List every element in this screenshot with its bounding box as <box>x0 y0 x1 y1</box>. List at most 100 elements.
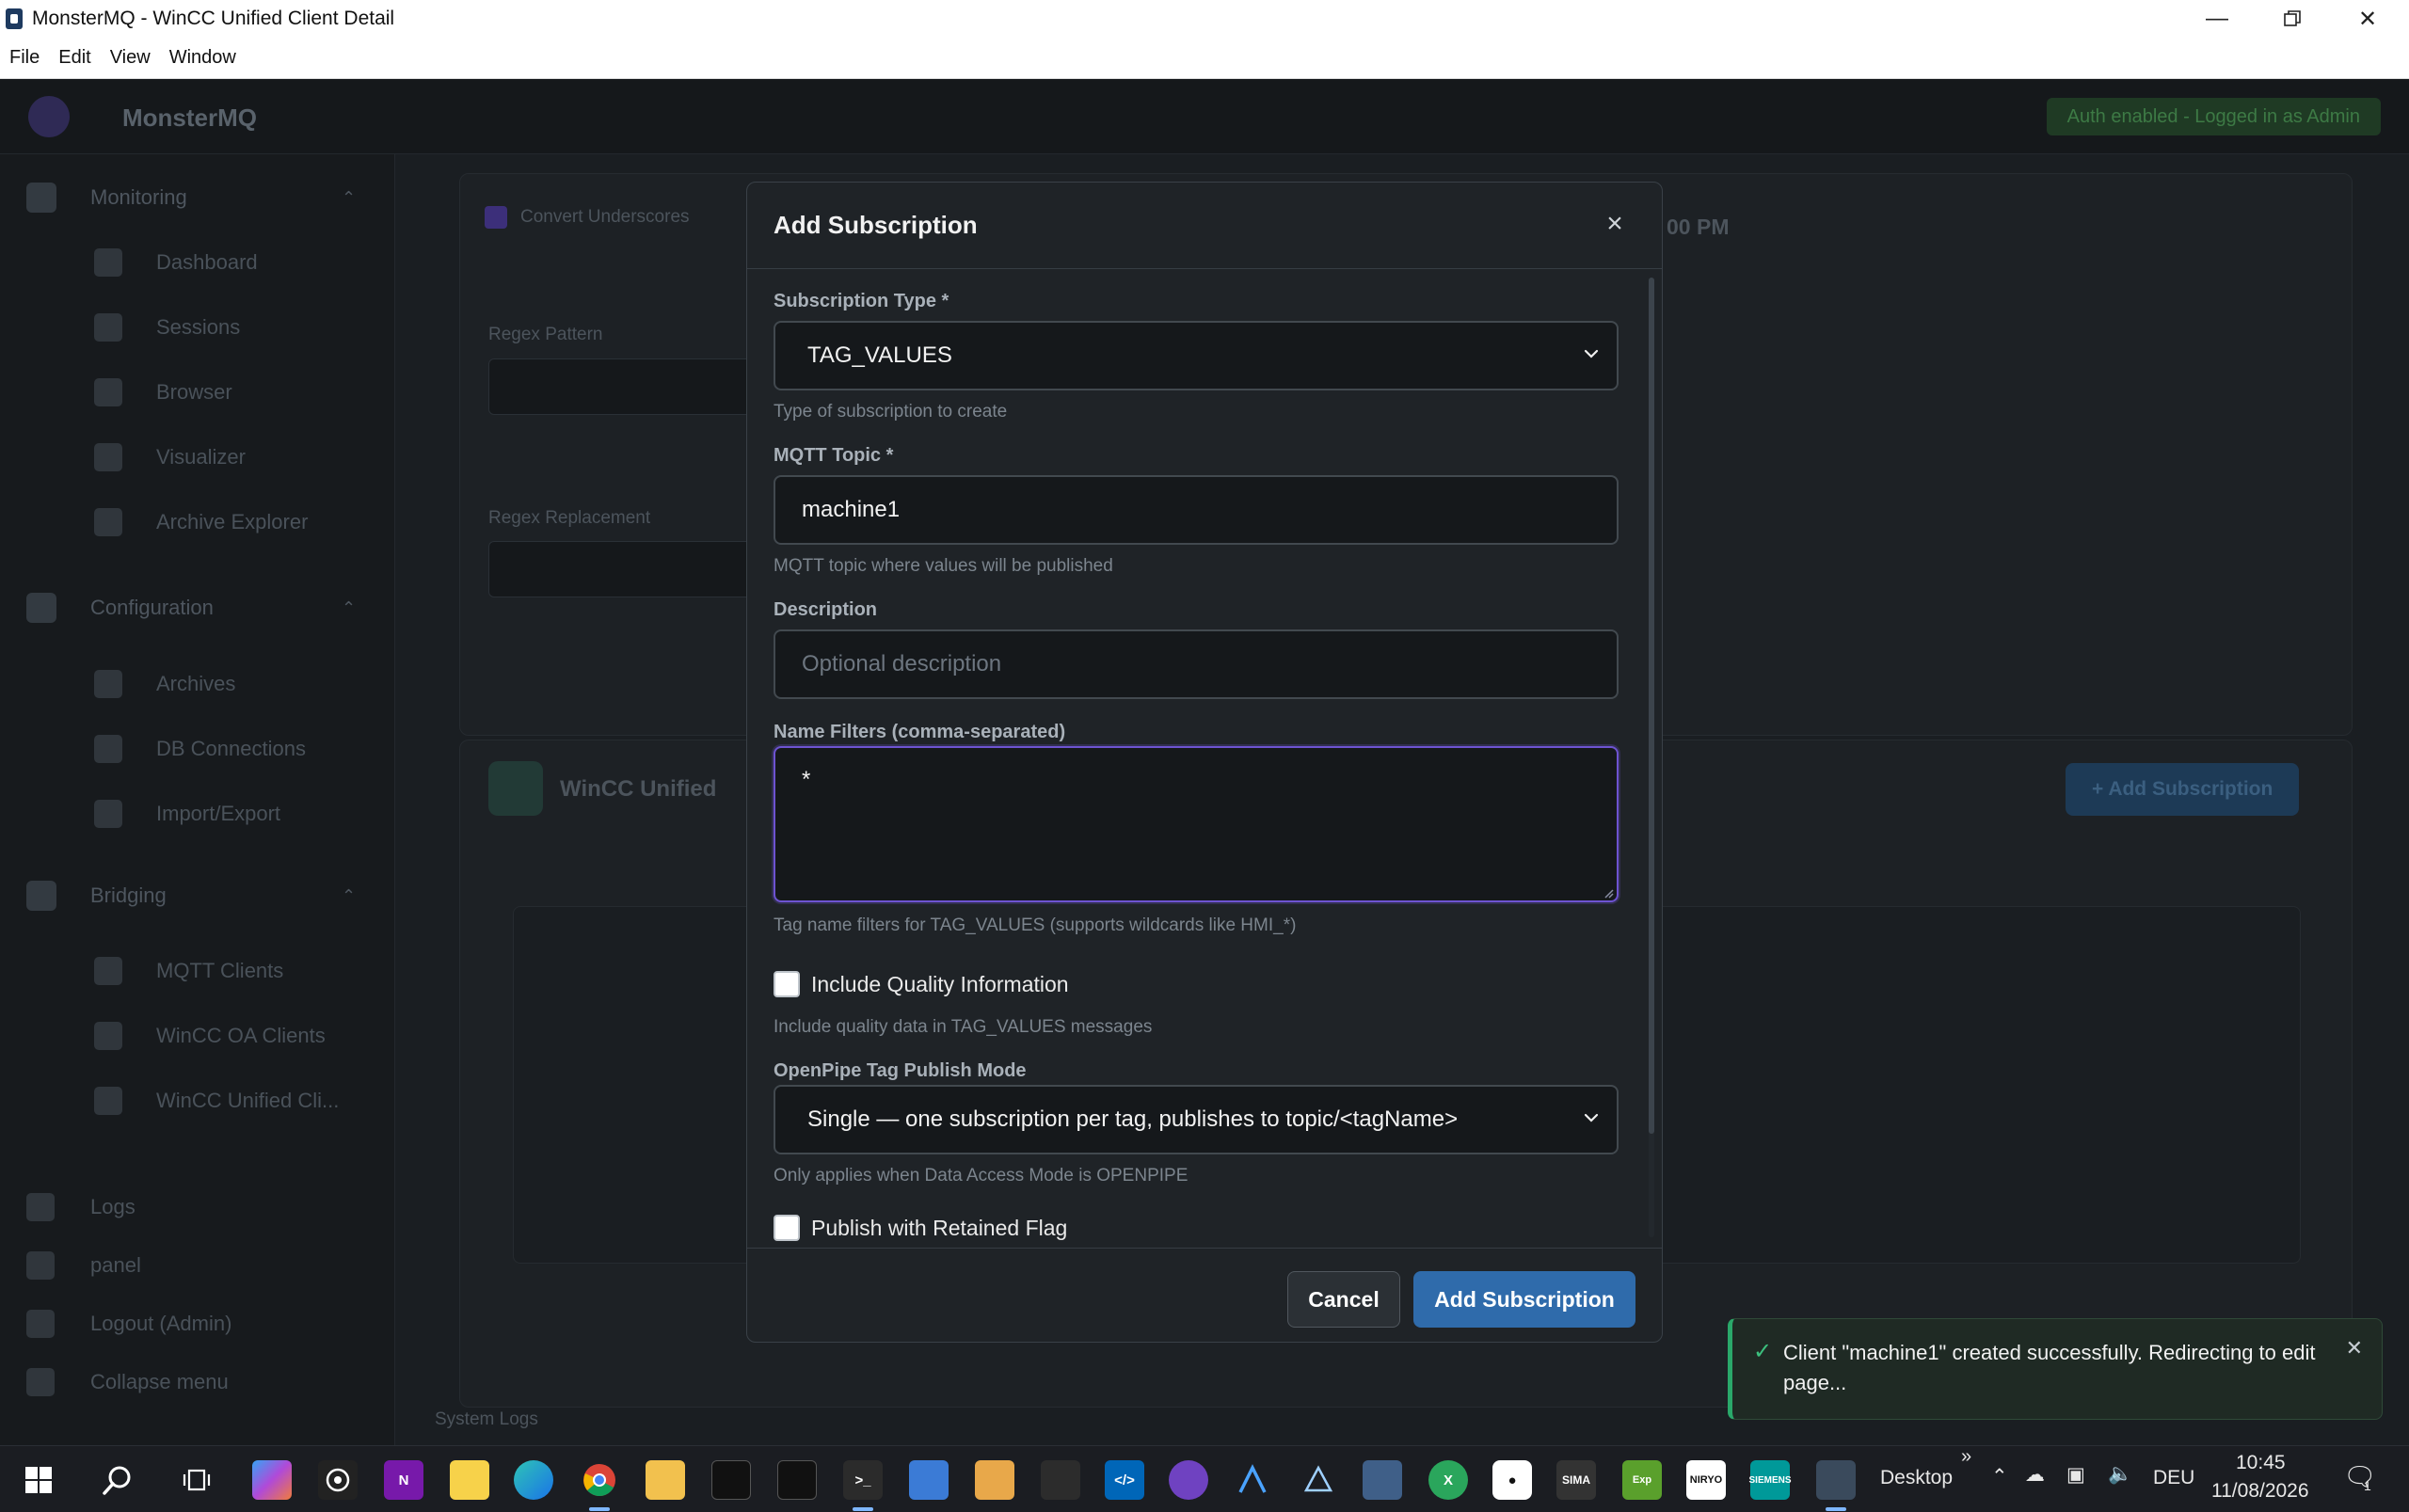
checkbox-unchecked[interactable] <box>774 1215 800 1241</box>
name-filters-label: Name Filters (comma-separated) <box>774 722 1066 742</box>
sidebar-item-mqtt-clients[interactable]: MQTT Clients <box>94 957 283 985</box>
add-subscription-background-button[interactable]: + Add Subscription <box>2066 763 2300 816</box>
store-icon[interactable] <box>1041 1460 1080 1500</box>
menu-edit[interactable]: Edit <box>58 47 90 69</box>
clock-date[interactable]: 11/08/2026 <box>2211 1480 2309 1503</box>
convert-underscores-option[interactable]: Convert Underscores <box>485 206 690 229</box>
sidebar-item-archive-explorer[interactable]: Archive Explorer <box>94 508 308 536</box>
arc-icon[interactable] <box>1233 1460 1272 1500</box>
client-card-title: WinCC Unified <box>560 776 717 802</box>
niryo-icon[interactable]: NIRYO <box>1686 1460 1726 1500</box>
add-subscription-button[interactable]: Add Subscription <box>1413 1271 1635 1328</box>
task-view-icon[interactable] <box>177 1460 216 1500</box>
onenote-icon[interactable]: N <box>384 1460 423 1500</box>
command-prompt-icon[interactable]: >_ <box>843 1460 883 1511</box>
volume-icon[interactable]: 🔈 <box>2108 1463 2132 1486</box>
collapse-icon <box>26 1368 55 1396</box>
menu-window[interactable]: Window <box>169 47 236 69</box>
paw-icon[interactable]: ● <box>1492 1460 1532 1500</box>
mqtt-topic-help: MQTT topic where values will be publishe… <box>774 556 1113 576</box>
regex-replacement-input[interactable] <box>488 541 752 597</box>
terminal-icon[interactable] <box>711 1460 751 1500</box>
regex-pattern-label: Regex Pattern <box>488 325 603 344</box>
sidebar-item-import-export[interactable]: Import/Export <box>94 800 280 828</box>
menu-view[interactable]: View <box>110 47 151 69</box>
expert-icon[interactable]: Exp <box>1622 1460 1662 1500</box>
checkbox-checked <box>485 206 507 229</box>
language-indicator[interactable]: DEU <box>2153 1467 2194 1489</box>
cancel-button[interactable]: Cancel <box>1287 1271 1400 1328</box>
name-filters-textarea[interactable]: * <box>774 746 1619 902</box>
folder-icon[interactable] <box>975 1460 1014 1500</box>
close-window-button[interactable]: ✕ <box>2330 0 2405 38</box>
minimize-button[interactable]: — <box>2179 0 2255 38</box>
modal-title: Add Subscription <box>774 211 978 239</box>
publish-mode-select[interactable]: Single — one subscription per tag, publi… <box>774 1085 1619 1154</box>
file-explorer-icon[interactable] <box>646 1460 685 1500</box>
notification-icon[interactable]: 🗨 <box>2343 1461 2377 1492</box>
mqtt-topic-input[interactable] <box>774 475 1619 545</box>
database-icon <box>94 735 122 763</box>
remote-desktop-icon[interactable] <box>909 1460 949 1500</box>
sessions-icon <box>94 313 122 342</box>
restore-button[interactable] <box>2255 0 2330 38</box>
sidebar-item-panel[interactable]: panel <box>26 1251 141 1280</box>
brand-name: MonsterMQ <box>122 103 257 132</box>
chevron-up-icon[interactable]: ⌃ <box>1991 1465 2008 1488</box>
resize-grip-icon[interactable] <box>1602 886 1615 899</box>
sima-rn-icon[interactable]: SIMA <box>1556 1460 1596 1500</box>
tools-icon <box>26 1251 55 1280</box>
gear-icon <box>26 593 56 623</box>
scrollbar-thumb[interactable] <box>1649 278 1654 1134</box>
chatgpt-icon[interactable] <box>318 1460 358 1500</box>
search-icon[interactable] <box>98 1460 137 1500</box>
sidebar-section-monitoring[interactable]: Monitoring ⌃ <box>26 183 356 213</box>
cloud-icon[interactable]: ☁ <box>2025 1463 2045 1487</box>
network-tool-icon[interactable] <box>1363 1460 1402 1500</box>
sidebar-section-configuration[interactable]: Configuration ⌃ <box>26 593 356 623</box>
toast-message: Client "machine1" created successfully. … <box>1783 1341 2316 1394</box>
windows-start-icon[interactable] <box>19 1460 58 1500</box>
checkbox-unchecked[interactable] <box>774 971 800 997</box>
graph-icon[interactable] <box>1299 1460 1338 1500</box>
sidebar-item-visualizer[interactable]: Visualizer <box>94 443 246 471</box>
chrome-icon[interactable] <box>580 1460 619 1511</box>
sidebar-item-archives[interactable]: Archives <box>94 670 235 698</box>
monstermq-client-icon[interactable] <box>1816 1460 1856 1511</box>
network-icon[interactable]: ▣ <box>2066 1463 2085 1487</box>
sidebar-item-wincc-oa-clients[interactable]: WinCC OA Clients <box>94 1022 326 1050</box>
clock-time[interactable]: 10:45 <box>2236 1452 2286 1474</box>
siemens-icon[interactable]: SIEMENS <box>1749 1460 1792 1500</box>
sidebar-section-bridging[interactable]: Bridging ⌃ <box>26 881 356 911</box>
terminal-icon-2[interactable] <box>777 1460 817 1500</box>
close-icon[interactable]: × <box>1598 207 1632 241</box>
sidebar-item-db-connections[interactable]: DB Connections <box>94 735 306 763</box>
sidebar-item-collapse[interactable]: Collapse menu <box>26 1368 229 1396</box>
regex-pattern-input[interactable] <box>488 358 752 415</box>
xcode-icon[interactable]: X <box>1428 1460 1468 1500</box>
github-icon[interactable] <box>1169 1460 1208 1500</box>
sticky-notes-icon[interactable] <box>450 1460 489 1500</box>
vscode-icon[interactable]: </> <box>1105 1460 1144 1500</box>
sidebar-item-logout[interactable]: Logout (Admin) <box>26 1310 231 1338</box>
close-icon[interactable]: ✕ <box>2346 1336 2363 1361</box>
name-filters-help: Tag name filters for TAG_VALUES (support… <box>774 915 1297 935</box>
system-logs-label[interactable]: System Logs <box>435 1409 538 1430</box>
subscription-type-select[interactable]: TAG_VALUES <box>774 321 1619 390</box>
menu-file[interactable]: File <box>9 47 40 69</box>
copilot-icon[interactable] <box>252 1460 292 1500</box>
sidebar-item-logs[interactable]: Logs <box>26 1193 136 1221</box>
sidebar: Monitoring ⌃ Dashboard Sessions Browser … <box>0 154 395 1445</box>
description-input[interactable] <box>774 629 1619 699</box>
edge-icon[interactable] <box>514 1460 553 1500</box>
sidebar-item-browser[interactable]: Browser <box>94 378 232 406</box>
sidebar-item-dashboard[interactable]: Dashboard <box>94 248 258 277</box>
sidebar-item-wincc-unified-clients[interactable]: WinCC Unified Cli... <box>94 1087 339 1115</box>
overflow-icon[interactable]: » <box>1961 1446 1971 1468</box>
retained-flag-checkbox[interactable]: Publish with Retained Flag <box>774 1215 1067 1241</box>
desktop-label[interactable]: Desktop <box>1880 1467 1953 1489</box>
sidebar-item-sessions[interactable]: Sessions <box>94 313 240 342</box>
include-quality-checkbox[interactable]: Include Quality Information <box>774 971 1069 997</box>
chart-icon <box>94 443 122 471</box>
chevron-down-icon <box>1584 349 1599 358</box>
